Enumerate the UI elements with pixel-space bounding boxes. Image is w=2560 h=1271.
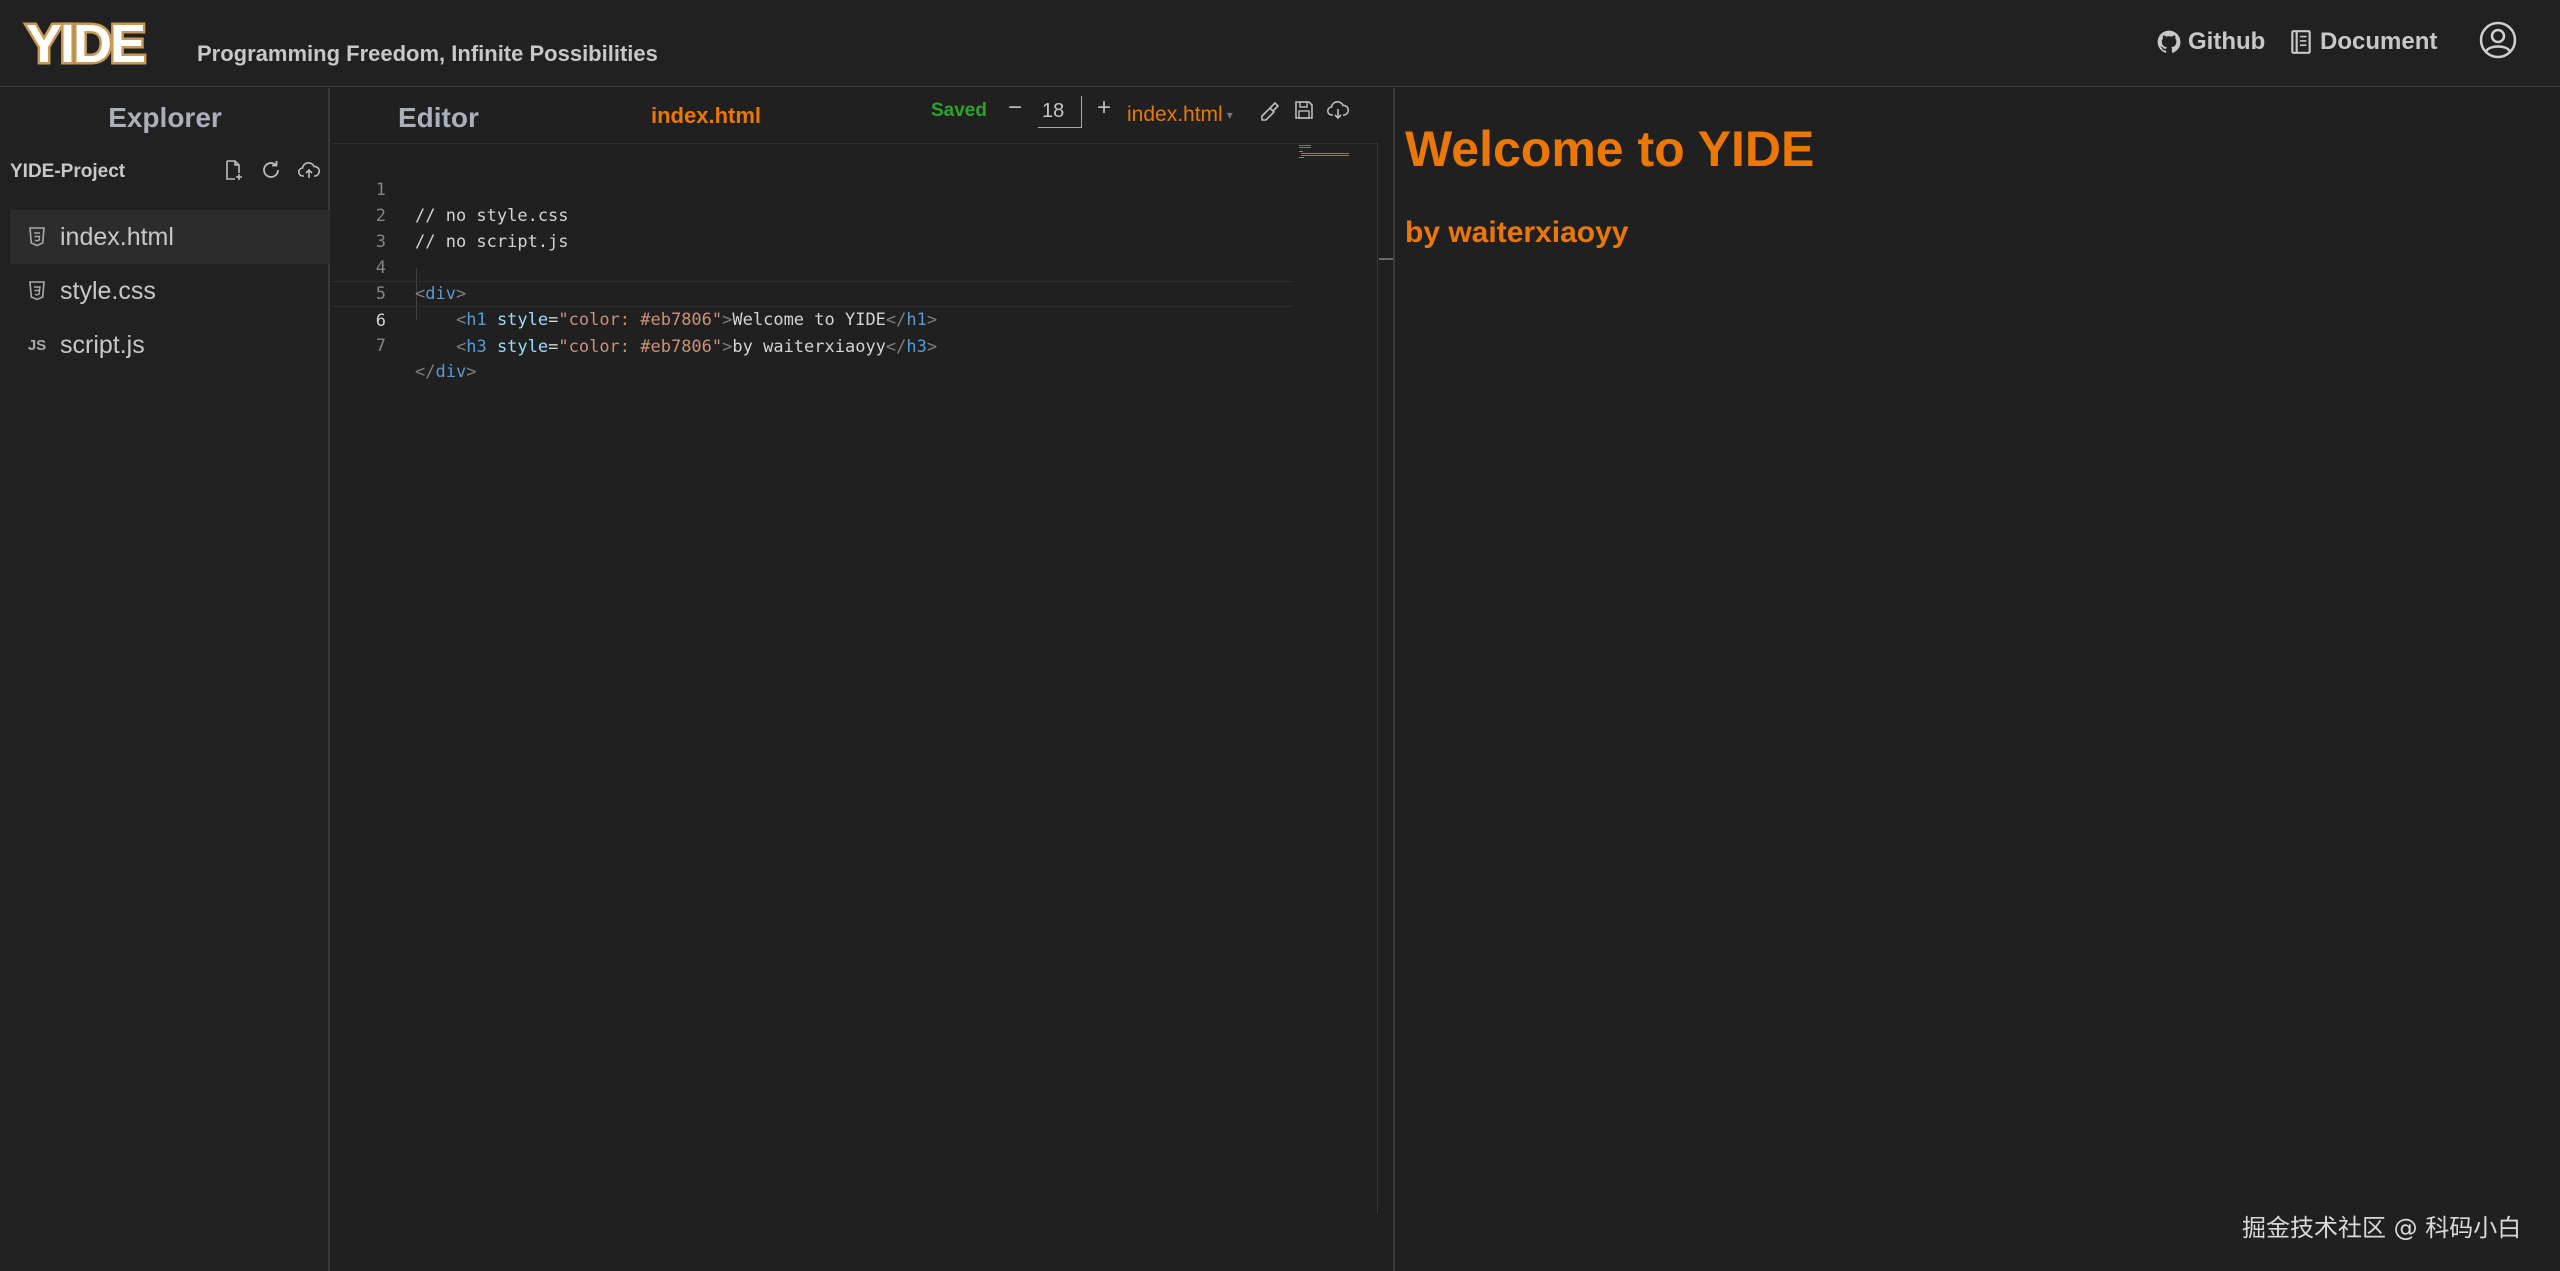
open-file-tab[interactable]: index.html bbox=[651, 103, 761, 129]
preview-heading: Welcome to YIDE bbox=[1405, 121, 1815, 177]
scrollbar-cursor-marker bbox=[1379, 258, 1393, 260]
code-line: 2 // no script.js bbox=[332, 177, 1292, 252]
project-row: YIDE-Project bbox=[10, 154, 325, 190]
file-list: index.html style.css JS script.js bbox=[10, 210, 330, 372]
code-line: 4 <div> bbox=[332, 229, 1292, 304]
css-icon bbox=[24, 281, 50, 301]
code-text: <h3 style="color: #eb7806">by waiterxiao… bbox=[455, 337, 938, 357]
editor-panel: Editor index.html Saved − + index.html ▾… bbox=[332, 88, 1393, 1271]
code-line: 3 bbox=[332, 203, 1292, 252]
download-cloud-icon[interactable] bbox=[1326, 98, 1350, 122]
font-size-increase-button[interactable]: + bbox=[1097, 94, 1111, 122]
code-editor[interactable]: 1 // no style.css 2 // no script.js 3 4 … bbox=[332, 143, 1378, 1267]
editor-actions bbox=[1258, 98, 1350, 122]
file-name: index.html bbox=[60, 222, 174, 251]
font-size-input[interactable] bbox=[1038, 96, 1082, 128]
save-status: Saved bbox=[931, 100, 987, 121]
chevron-down-icon: ▾ bbox=[1226, 108, 1233, 122]
project-name: YIDE-Project bbox=[10, 161, 126, 182]
project-actions bbox=[221, 158, 321, 182]
code-text: </div> bbox=[415, 362, 477, 382]
code-line: 5 <h1 style="color: #eb7806">Welcome to … bbox=[332, 255, 1292, 330]
editor-scrollbar[interactable] bbox=[1377, 143, 1378, 1213]
html-icon bbox=[24, 227, 50, 247]
github-link[interactable]: Github bbox=[2156, 28, 2265, 56]
js-icon: JS bbox=[27, 336, 47, 354]
yide-logo[interactable]: YIDE bbox=[22, 14, 172, 72]
code-line: 7 </div> bbox=[332, 307, 1292, 382]
font-size-decrease-button[interactable]: − bbox=[1008, 94, 1022, 122]
new-file-icon[interactable] bbox=[221, 158, 245, 182]
user-avatar-icon[interactable] bbox=[2478, 20, 2518, 60]
watermark: 掘金技术社区 @ 科码小白 bbox=[2242, 1214, 2522, 1242]
file-item-index-html[interactable]: index.html bbox=[10, 210, 330, 264]
explorer-title: Explorer bbox=[108, 102, 222, 133]
svg-text:YIDE: YIDE bbox=[26, 14, 144, 72]
file-name: style.css bbox=[60, 276, 156, 305]
save-icon[interactable] bbox=[1292, 98, 1316, 122]
code-minimap[interactable] bbox=[1297, 144, 1357, 164]
document-label: Document bbox=[2320, 28, 2438, 55]
file-select-dropdown[interactable]: index.html ▾ bbox=[1127, 103, 1233, 127]
github-label: Github bbox=[2188, 28, 2266, 55]
tagline: Programming Freedom, Infinite Possibilit… bbox=[197, 41, 658, 66]
refresh-icon[interactable] bbox=[259, 158, 283, 182]
explorer-panel: Explorer YIDE-Project index.html style.c… bbox=[0, 88, 330, 1271]
file-select-value: index.html bbox=[1127, 103, 1223, 126]
line-number: 7 bbox=[375, 336, 386, 356]
file-item-script-js[interactable]: JS script.js bbox=[10, 318, 330, 372]
code-line-current: 6 <h3 style="color: #eb7806">by waiterxi… bbox=[332, 281, 1292, 357]
document-link[interactable]: Document bbox=[2288, 28, 2437, 56]
code-line: 1 // no style.css bbox=[332, 151, 1292, 226]
github-icon bbox=[2157, 30, 2181, 53]
file-item-style-css[interactable]: style.css bbox=[10, 264, 330, 318]
editor-title: Editor bbox=[398, 102, 479, 133]
file-name: script.js bbox=[60, 330, 145, 359]
top-header: YIDE Programming Freedom, Infinite Possi… bbox=[0, 0, 2560, 87]
preview-subheading: by waiterxiaoyy bbox=[1405, 216, 1629, 249]
upload-cloud-icon[interactable] bbox=[297, 158, 321, 182]
preview-panel: Welcome to YIDE by waiterxiaoyy bbox=[1395, 88, 2560, 1271]
format-brush-icon[interactable] bbox=[1258, 98, 1282, 122]
document-icon bbox=[2291, 30, 2311, 54]
